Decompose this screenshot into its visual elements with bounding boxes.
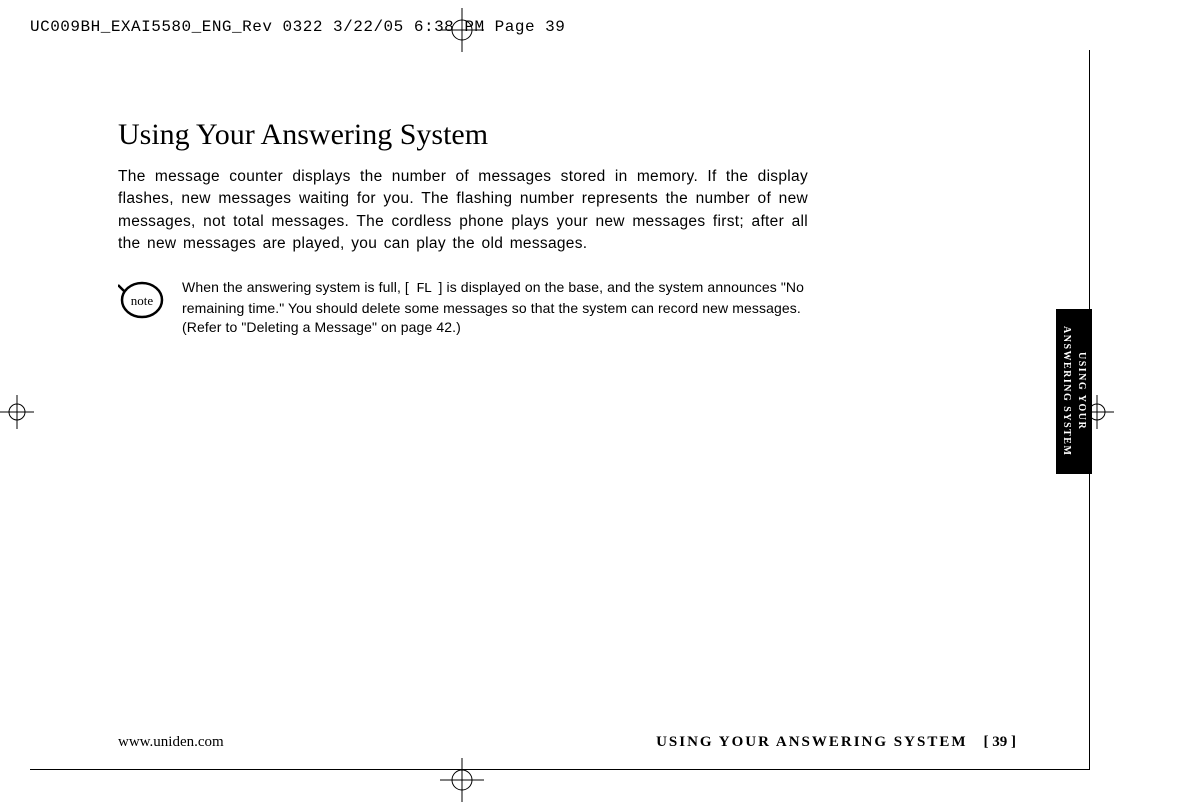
page-footer: www.uniden.com USING YOUR ANSWERING SYST…: [118, 733, 1016, 751]
fl-display-code: FL: [409, 281, 439, 297]
intro-paragraph: The message counter displays the number …: [118, 166, 808, 256]
note-text-part2: ] is displayed on the base, and the syst…: [439, 279, 804, 295]
footer-section-title: USING YOUR ANSWERING SYSTEM: [656, 734, 967, 750]
note-block: note When the answering system is full, …: [118, 278, 808, 337]
note-text-part1: When the answering system is full, [: [182, 279, 409, 295]
prepress-header: UC009BH_EXAI5580_ENG_Rev 0322 3/22/05 6:…: [30, 18, 565, 36]
note-text-line3: (Refer to "Deleting a Message" on page 4…: [182, 319, 461, 335]
note-icon: note: [118, 280, 164, 325]
note-text: When the answering system is full, [ FL …: [182, 278, 804, 337]
page-title: Using Your Answering System: [118, 118, 808, 152]
svg-text:note: note: [131, 293, 154, 308]
side-tab-line2: ANSWERING SYSTEM: [1061, 326, 1072, 456]
footer-page-number: [ 39 ]: [984, 734, 1017, 750]
registration-mark-left: [0, 395, 34, 434]
side-tab-line1: USING YOUR: [1076, 352, 1087, 430]
main-content: Using Your Answering System The message …: [118, 118, 808, 337]
section-tab: USING YOUR ANSWERING SYSTEM: [1056, 309, 1092, 474]
note-text-line2: remaining time." You should delete some …: [182, 300, 801, 316]
footer-url: www.uniden.com: [118, 734, 224, 751]
